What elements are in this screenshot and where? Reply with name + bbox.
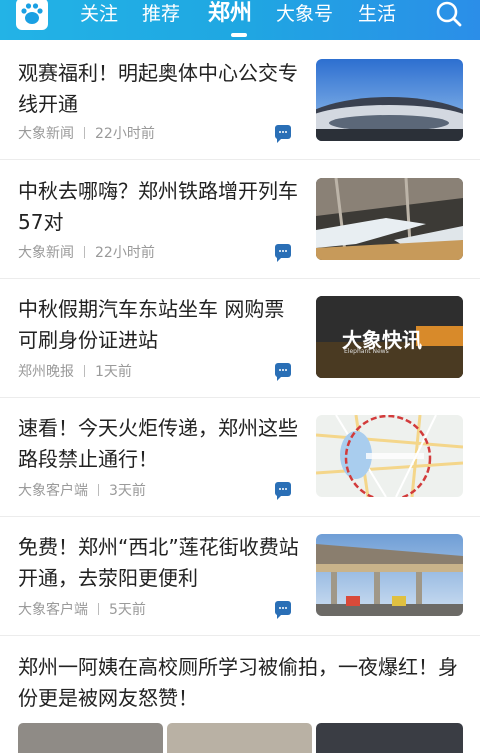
comment-icon[interactable]: [275, 363, 291, 381]
app-logo-icon[interactable]: [16, 0, 48, 30]
news-source: 大象客户端: [18, 602, 88, 618]
news-meta: 大象客户端 3天前: [18, 480, 146, 500]
news-item[interactable]: 观赛福利！明起奥体中心公交专线开通 大象新闻 22小时前: [0, 40, 480, 160]
news-source: 大象客户端: [18, 483, 88, 499]
news-time: 1天前: [95, 364, 132, 380]
comment-icon[interactable]: [275, 125, 291, 143]
comment-icon[interactable]: [275, 244, 291, 262]
news-item[interactable]: 中秋假期汽车东站坐车 网购票可刷身份证进站 郑州晚报 1天前 大象快讯 Eleph…: [0, 279, 480, 397]
news-time: 3天前: [109, 483, 146, 499]
tab-zhengzhou[interactable]: 郑州: [208, 0, 252, 32]
news-thumbnail: [316, 178, 463, 260]
news-title: 中秋假期汽车东站坐车 网购票可刷身份证进站: [18, 297, 285, 352]
news-item[interactable]: 速看！今天火炬传递，郑州这些路段禁止通行！ 大象客户端 3天前: [0, 398, 480, 516]
news-meta: 郑州晚报 1天前: [18, 361, 132, 381]
search-icon[interactable]: [434, 0, 464, 30]
news-time: 22小时前: [95, 126, 155, 142]
news-thumbnail: [316, 534, 463, 616]
news-title: 速看！今天火炬传递，郑州这些路段禁止通行！: [18, 416, 298, 471]
news-title: 中秋去哪嗨？郑州铁路增开列车57对: [18, 179, 298, 234]
active-tab-indicator: [231, 33, 247, 37]
thumb-brand-subtext: Elephant News: [344, 348, 389, 355]
tab-life[interactable]: 生活: [358, 0, 396, 32]
featured-image-3: [316, 723, 463, 753]
news-item[interactable]: 免费！郑州“西北”莲花街收费站开通，去荥阳更便利 大象客户端 5天前: [0, 517, 480, 635]
tab-daxianghao[interactable]: 大象号: [276, 0, 333, 32]
news-meta: 大象新闻 22小时前: [18, 123, 155, 143]
news-thumbnail: [316, 415, 463, 497]
news-time: 5天前: [109, 602, 146, 618]
news-title: 郑州一阿姨在高校厕所学习被偷拍，一夜爆红！身份更是被网友怒赞！: [18, 655, 458, 710]
featured-image-1: [18, 723, 163, 753]
news-thumbnail: 大象快讯 Elephant News: [316, 296, 463, 378]
news-source: 大象新闻: [18, 126, 74, 142]
news-thumbnail: [316, 59, 463, 141]
news-item[interactable]: 中秋去哪嗨？郑州铁路增开列车57对 大象新闻 22小时前: [0, 160, 480, 278]
news-title: 观赛福利！明起奥体中心公交专线开通: [18, 61, 298, 116]
comment-icon[interactable]: [275, 482, 291, 500]
featured-image-2: [167, 723, 312, 753]
news-time: 22小时前: [95, 245, 155, 261]
news-title: 免费！郑州“西北”莲花街收费站开通，去荥阳更便利: [18, 535, 299, 590]
news-meta: 大象客户端 5天前: [18, 599, 146, 619]
tab-follow[interactable]: 关注: [80, 0, 118, 32]
comment-icon[interactable]: [275, 601, 291, 619]
top-nav-bar: 关注 推荐 郑州 大象号 生活: [0, 0, 480, 40]
tab-recommend[interactable]: 推荐: [142, 0, 180, 32]
news-meta: 大象新闻 22小时前: [18, 242, 155, 262]
news-source: 大象新闻: [18, 245, 74, 261]
news-source: 郑州晚报: [18, 364, 74, 380]
